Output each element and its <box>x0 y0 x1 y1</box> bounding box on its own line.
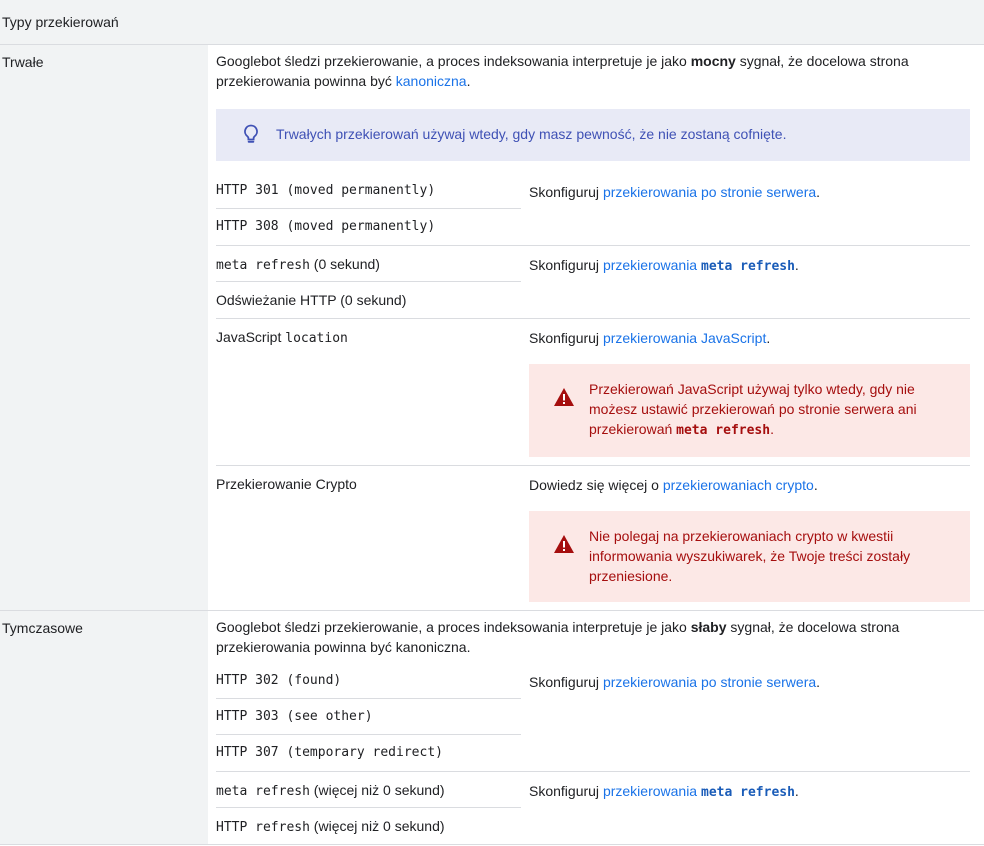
section-permanent: Trwałe Googlebot śledzi przekierowanie, … <box>0 45 984 611</box>
warning-code: meta refresh <box>676 423 771 438</box>
code-http-307: HTTP 307 (temporary redirect) <box>216 745 443 760</box>
js-label: JavaScript <box>216 329 286 345</box>
link-code: meta refresh <box>701 785 795 800</box>
js-code: location <box>285 331 348 346</box>
crypto-text: Dowiedz się więcej o przekierowaniach cr… <box>521 466 970 610</box>
row-js-permanent: JavaScript location Skonfiguruj przekier… <box>216 319 970 466</box>
config-end: . <box>816 184 821 200</box>
intro-text: Googlebot śledzi przekierowanie, a proce… <box>216 619 691 635</box>
row-server-temporary: HTTP 302 (found) HTTP 303 (see other) HT… <box>216 663 970 772</box>
section-label-temporary: Tymczasowe <box>0 611 208 844</box>
warning-icon <box>554 535 574 553</box>
link-text: przekierowania <box>602 783 701 799</box>
crypto-label: Przekierowanie Crypto <box>216 476 357 492</box>
intro-text: Googlebot śledzi przekierowanie, a proce… <box>216 53 691 69</box>
server-config-text: Skonfiguruj przekierowania po stronie se… <box>521 173 970 245</box>
server-redirects-link[interactable]: przekierowania po stronie serwera <box>603 184 816 200</box>
table-header: Typy przekierowań <box>0 0 984 45</box>
config-prefix: Skonfiguruj <box>529 783 603 799</box>
js-warning-text: Przekierowań JavaScript używaj tylko wte… <box>589 379 946 441</box>
js-config-text: Skonfiguruj przekierowania JavaScript. P… <box>521 319 970 465</box>
crypto-warning-text: Nie polegaj na przekierowaniach crypto w… <box>589 528 911 584</box>
http-refresh-zero: Odświeżanie HTTP (0 sekund) <box>216 292 407 308</box>
http-code: HTTP refresh <box>216 820 310 835</box>
warning-end: . <box>770 421 774 437</box>
crypto-redirects-link[interactable]: przekierowaniach crypto <box>663 477 814 493</box>
row-meta-temporary: meta refresh (więcej niż 0 sekund) HTTP … <box>216 772 970 844</box>
permanent-intro: Googlebot śledzi przekierowanie, a proce… <box>216 45 984 91</box>
http-suffix: (więcej niż 0 sekund) <box>309 818 445 834</box>
note-text: Trwałych przekierowań używaj wtedy, gdy … <box>276 126 787 142</box>
code-http-303: HTTP 303 (see other) <box>216 699 521 735</box>
crypto-prefix: Dowiedz się więcej o <box>529 477 663 493</box>
crypto-end: . <box>813 477 818 493</box>
meta-code: meta refresh <box>216 258 310 273</box>
lightbulb-icon <box>244 124 258 143</box>
code-http-302: HTTP 302 (found) <box>216 663 521 699</box>
table-header-title: Typy przekierowań <box>2 14 119 30</box>
config-end: . <box>794 257 799 273</box>
config-prefix: Skonfiguruj <box>529 674 603 690</box>
meta-suffix: (więcej niż 0 sekund) <box>309 782 445 798</box>
code-http-308: HTTP 308 (moved permanently) <box>216 219 436 234</box>
row-server-permanent: HTTP 301 (moved permanently) HTTP 308 (m… <box>216 173 970 246</box>
js-location: JavaScript location <box>216 319 521 355</box>
server-config-text: Skonfiguruj przekierowania po stronie se… <box>521 663 970 771</box>
warning-icon <box>554 388 574 406</box>
config-end: . <box>794 783 799 799</box>
config-prefix: Skonfiguruj <box>529 330 603 346</box>
redirect-types-table: Typy przekierowań Trwałe Googlebot śledz… <box>0 0 984 845</box>
code-http-301: HTTP 301 (moved permanently) <box>216 173 521 209</box>
section-body-temporary: Googlebot śledzi przekierowanie, a proce… <box>208 611 984 844</box>
js-warning-callout: Przekierowań JavaScript używaj tylko wte… <box>529 364 970 457</box>
config-end: . <box>766 330 771 346</box>
row-crypto-permanent: Przekierowanie Crypto Dowiedz się więcej… <box>216 466 970 610</box>
meta-suffix: (0 sekund) <box>309 256 380 272</box>
meta-refresh-link[interactable]: przekierowania meta refresh <box>602 257 795 274</box>
meta-config-text: Skonfiguruj przekierowania meta refresh. <box>521 246 970 318</box>
meta-code: meta refresh <box>216 784 310 799</box>
temporary-intro: Googlebot śledzi przekierowanie, a proce… <box>216 611 984 663</box>
meta-config-text: Skonfiguruj przekierowania meta refresh. <box>521 772 970 844</box>
link-text: przekierowania <box>602 257 701 273</box>
meta-refresh-link[interactable]: przekierowania meta refresh <box>602 783 795 800</box>
config-end: . <box>816 674 821 690</box>
meta-refresh-zero: meta refresh (0 sekund) <box>216 246 521 282</box>
row-meta-permanent: meta refresh (0 sekund) Odświeżanie HTTP… <box>216 246 970 319</box>
section-label-permanent: Trwałe <box>0 45 208 610</box>
crypto-warning-callout: Nie polegaj na przekierowaniach crypto w… <box>529 511 970 602</box>
js-redirects-link[interactable]: przekierowania JavaScript <box>603 330 766 346</box>
config-prefix: Skonfiguruj <box>529 184 603 200</box>
meta-refresh-more: meta refresh (więcej niż 0 sekund) <box>216 772 521 808</box>
section-body-permanent: Googlebot śledzi przekierowanie, a proce… <box>208 45 984 610</box>
server-redirects-link[interactable]: przekierowania po stronie serwera <box>603 674 816 690</box>
link-code: meta refresh <box>701 259 795 274</box>
intro-end: . <box>466 73 471 89</box>
section-temporary: Tymczasowe Googlebot śledzi przekierowan… <box>0 611 984 845</box>
config-prefix: Skonfiguruj <box>529 257 603 273</box>
note-callout: Trwałych przekierowań używaj wtedy, gdy … <box>216 109 970 161</box>
intro-strong: słaby <box>690 619 727 635</box>
intro-strong: mocny <box>690 53 736 69</box>
canonical-link[interactable]: kanoniczna <box>396 73 467 89</box>
